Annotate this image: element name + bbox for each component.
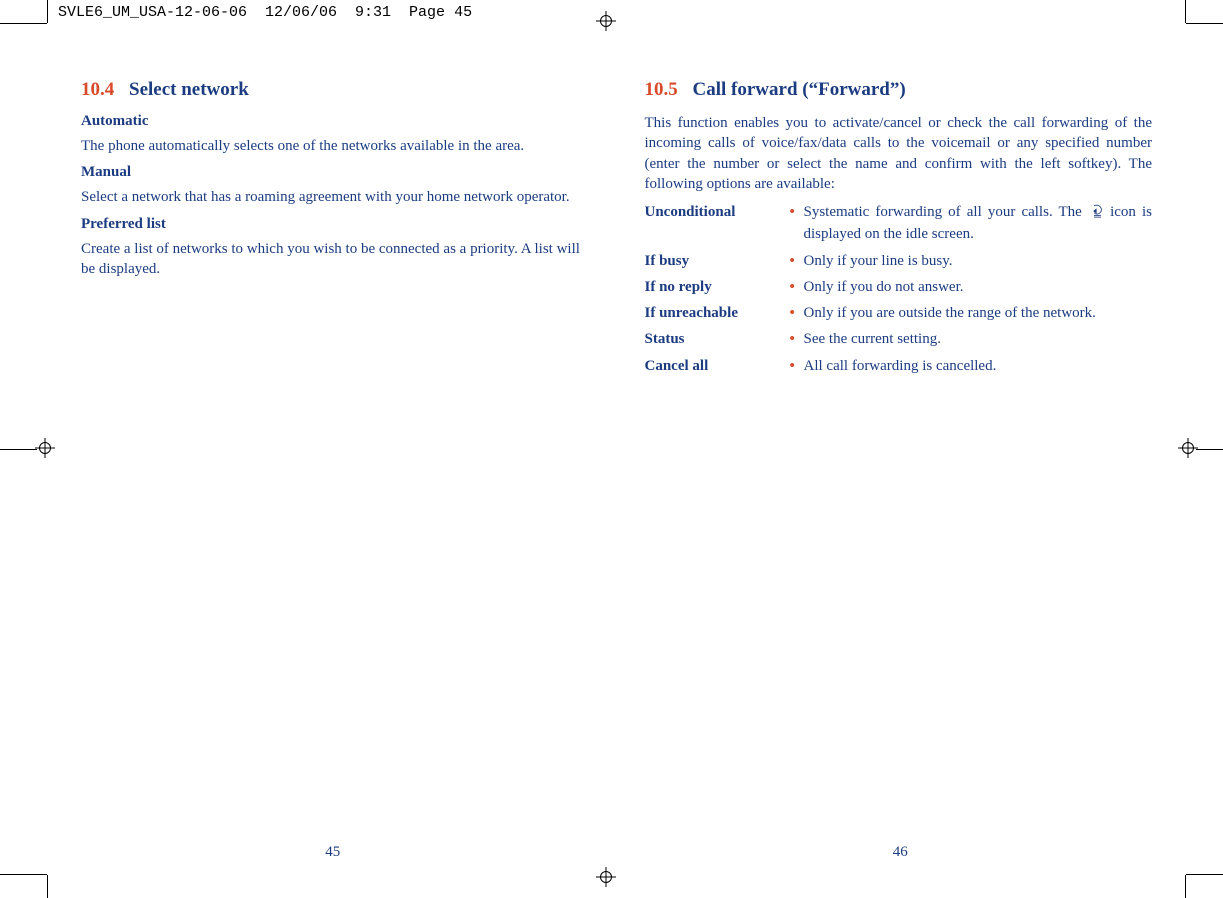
- print-slug: SVLE6_UM_USA-12-06-06 12/06/06 9:31 Page…: [58, 4, 472, 21]
- option-desc: Only if you are outside the range of the…: [804, 303, 1153, 323]
- option-row: If no reply • Only if you do not answer.: [645, 277, 1153, 297]
- crop-mark: [47, 875, 48, 898]
- subheading-preferred: Preferred list: [81, 216, 585, 233]
- crop-mark: [1196, 449, 1223, 450]
- page-number-right: 46: [893, 844, 908, 861]
- section-heading-10-4: 10.4 Select network: [81, 79, 585, 101]
- section-heading-10-5: 10.5 Call forward (“Forward”): [645, 79, 1153, 101]
- option-desc: Only if your line is busy.: [804, 251, 1153, 271]
- page-left: 10.4 Select network Automatic The phone …: [49, 27, 617, 871]
- section-title: Select network: [129, 79, 249, 100]
- option-desc: All call forwarding is cancelled.: [804, 356, 1153, 376]
- crop-mark: [0, 874, 47, 875]
- page-spread: 10.4 Select network Automatic The phone …: [49, 27, 1184, 871]
- option-row: If unreachable • Only if you are outside…: [645, 303, 1153, 323]
- crop-mark: [1186, 874, 1223, 875]
- options-list: Unconditional • Systematic forwarding of…: [645, 202, 1153, 376]
- call-forward-icon: [1091, 204, 1104, 224]
- option-row: If busy • Only if your line is busy.: [645, 251, 1153, 271]
- option-term: If busy: [645, 251, 790, 271]
- option-row: Status • See the current setting.: [645, 329, 1153, 349]
- section-number: 10.5: [645, 79, 678, 100]
- paragraph-preferred: Create a list of networks to which you w…: [81, 239, 585, 280]
- crop-mark: [1185, 875, 1186, 898]
- section-title: Call forward (“Forward”): [693, 79, 906, 100]
- bullet-icon: •: [790, 202, 804, 222]
- paragraph-automatic: The phone automatically selects one of t…: [81, 136, 585, 156]
- bullet-icon: •: [790, 356, 804, 376]
- crop-mark: [1186, 23, 1223, 24]
- crop-mark: [1185, 0, 1186, 23]
- option-term: If unreachable: [645, 303, 790, 323]
- page-number-left: 45: [325, 844, 340, 861]
- bullet-icon: •: [790, 251, 804, 271]
- paragraph-intro: This function enables you to activate/ca…: [645, 113, 1153, 194]
- option-desc: Only if you do not answer.: [804, 277, 1153, 297]
- bullet-icon: •: [790, 277, 804, 297]
- subheading-manual: Manual: [81, 164, 585, 181]
- option-term: If no reply: [645, 277, 790, 297]
- crop-mark: [0, 23, 47, 24]
- page-right: 10.5 Call forward (“Forward”) This funct…: [617, 27, 1185, 871]
- option-row: Unconditional • Systematic forwarding of…: [645, 202, 1153, 245]
- bullet-icon: •: [790, 303, 804, 323]
- option-term: Cancel all: [645, 356, 790, 376]
- option-desc: Systematic forwarding of all your calls.…: [804, 202, 1153, 245]
- subheading-automatic: Automatic: [81, 113, 585, 130]
- option-term: Unconditional: [645, 202, 790, 222]
- option-term: Status: [645, 329, 790, 349]
- option-desc-text: Systematic forwarding of all your calls.…: [804, 204, 1088, 220]
- paragraph-manual: Select a network that has a roaming agre…: [81, 187, 585, 207]
- section-number: 10.4: [81, 79, 114, 100]
- crop-mark: [0, 449, 37, 450]
- option-desc: See the current setting.: [804, 329, 1153, 349]
- bullet-icon: •: [790, 329, 804, 349]
- option-row: Cancel all • All call forwarding is canc…: [645, 356, 1153, 376]
- crop-mark: [47, 0, 48, 23]
